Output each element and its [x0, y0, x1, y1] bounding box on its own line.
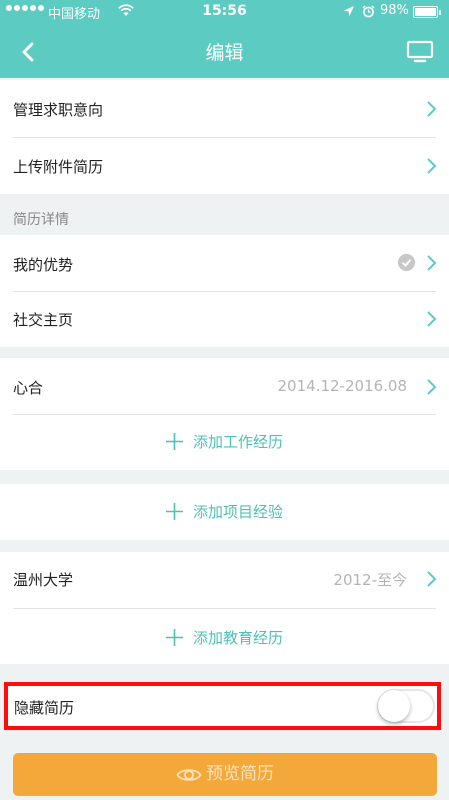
add-education-button[interactable]: 添加教育经历	[0, 627, 449, 648]
manage-job-intent-row[interactable]: 管理求职意向	[0, 80, 449, 137]
page-title: 编辑	[205, 42, 244, 64]
row-label: 社交主页	[13, 311, 74, 329]
battery-percent: 98%	[380, 3, 409, 18]
divider	[13, 608, 436, 609]
check-circle-icon	[398, 254, 415, 271]
plus-icon	[165, 433, 183, 450]
add-work-label: 添加工作经历	[192, 433, 283, 451]
add-education-label: 添加教育经历	[192, 629, 283, 647]
hide-resume-label: 隐藏简历	[14, 699, 75, 717]
chevron-right-icon	[427, 379, 437, 395]
chevron-right-icon	[427, 311, 437, 327]
row-label: 管理求职意向	[13, 101, 104, 119]
social-homepage-row[interactable]: 社交主页	[0, 292, 449, 347]
company-name: 心合	[13, 379, 44, 397]
work-experience-card: 心合 2014.12-2016.08 添加工作经历	[0, 358, 449, 470]
job-intent-card: 管理求职意向 上传附件简历	[0, 80, 449, 194]
preview-resume-button[interactable]: 预览简历	[13, 753, 437, 796]
divider	[13, 414, 436, 415]
hide-resume-toggle[interactable]	[377, 689, 435, 723]
battery-icon	[413, 6, 441, 18]
project-card: 添加项目经验	[0, 484, 449, 540]
eye-icon	[176, 768, 202, 781]
chevron-right-icon	[427, 571, 437, 587]
add-work-experience-button[interactable]: 添加工作经历	[0, 431, 449, 452]
top-bar: 中国移动 15:56 98% 编辑	[0, 0, 449, 78]
location-icon	[344, 6, 354, 16]
chevron-right-icon	[427, 158, 437, 174]
section-title: 简历详情	[13, 212, 69, 228]
plus-icon	[165, 629, 183, 646]
details-card: 我的优势 社交主页	[0, 235, 449, 347]
toggle-knob	[378, 690, 410, 722]
row-label: 上传附件简历	[13, 158, 104, 176]
add-project-label: 添加项目经验	[192, 503, 283, 521]
education-card: 温州大学 2012-至今 添加教育经历	[0, 552, 449, 664]
chevron-right-icon	[427, 255, 437, 271]
row-label: 我的优势	[13, 256, 74, 274]
plus-icon	[165, 503, 183, 520]
monitor-icon[interactable]	[406, 40, 434, 64]
education-period: 2012-至今	[333, 571, 407, 589]
upload-attachment-row[interactable]: 上传附件简历	[0, 138, 449, 194]
alarm-icon	[362, 5, 375, 18]
school-name: 温州大学	[13, 571, 74, 589]
add-project-button[interactable]: 添加项目经验	[0, 501, 449, 522]
work-period: 2014.12-2016.08	[277, 377, 407, 395]
work-entry-row[interactable]: 心合 2014.12-2016.08	[0, 358, 449, 414]
preview-label: 预览简历	[206, 764, 274, 784]
education-entry-row[interactable]: 温州大学 2012-至今	[0, 552, 449, 608]
status-bar: 中国移动 15:56 98%	[0, 0, 449, 24]
my-strengths-row[interactable]: 我的优势	[0, 235, 449, 291]
hide-resume-row: 隐藏简历	[4, 682, 441, 730]
chevron-right-icon	[427, 101, 437, 117]
